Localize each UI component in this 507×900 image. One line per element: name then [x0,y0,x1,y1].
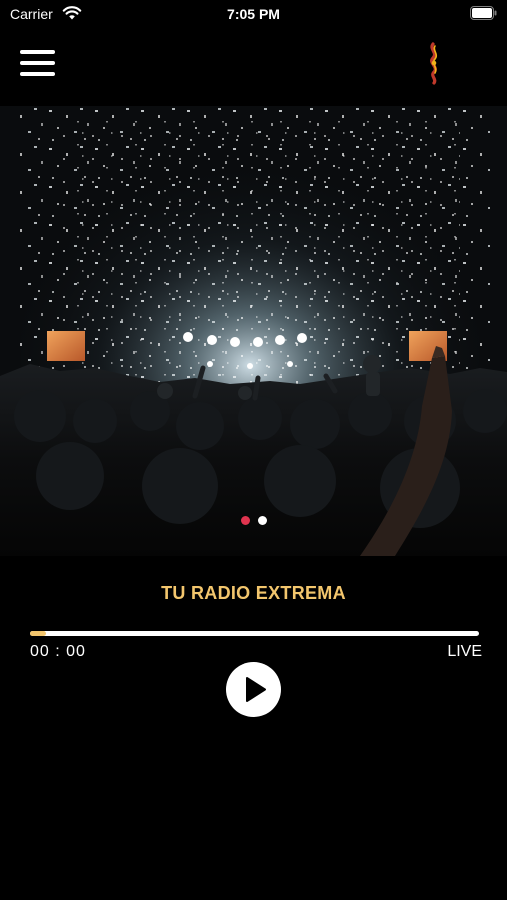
status-bar: Carrier 7:05 PM [0,0,507,28]
slider-dot-2[interactable] [257,516,267,525]
play-icon [246,677,266,702]
hero-image-slider[interactable] [0,106,507,556]
slider-pagination [0,512,507,530]
battery-icon [470,6,497,20]
live-label: LIVE [447,643,482,660]
play-button[interactable] [226,662,281,717]
slider-dot-1[interactable] [240,516,250,525]
progress-bar[interactable] [30,631,479,636]
station-logo-icon [430,42,438,85]
station-name: TU RADIO EXTREMA [161,583,346,603]
hamburger-menu-icon[interactable] [20,50,56,78]
concert-crowd-image [0,106,507,556]
progress-fill [30,631,46,636]
current-time: 00 : 00 [30,643,86,660]
nav-bar [0,28,507,106]
clock: 7:05 PM [227,6,280,22]
